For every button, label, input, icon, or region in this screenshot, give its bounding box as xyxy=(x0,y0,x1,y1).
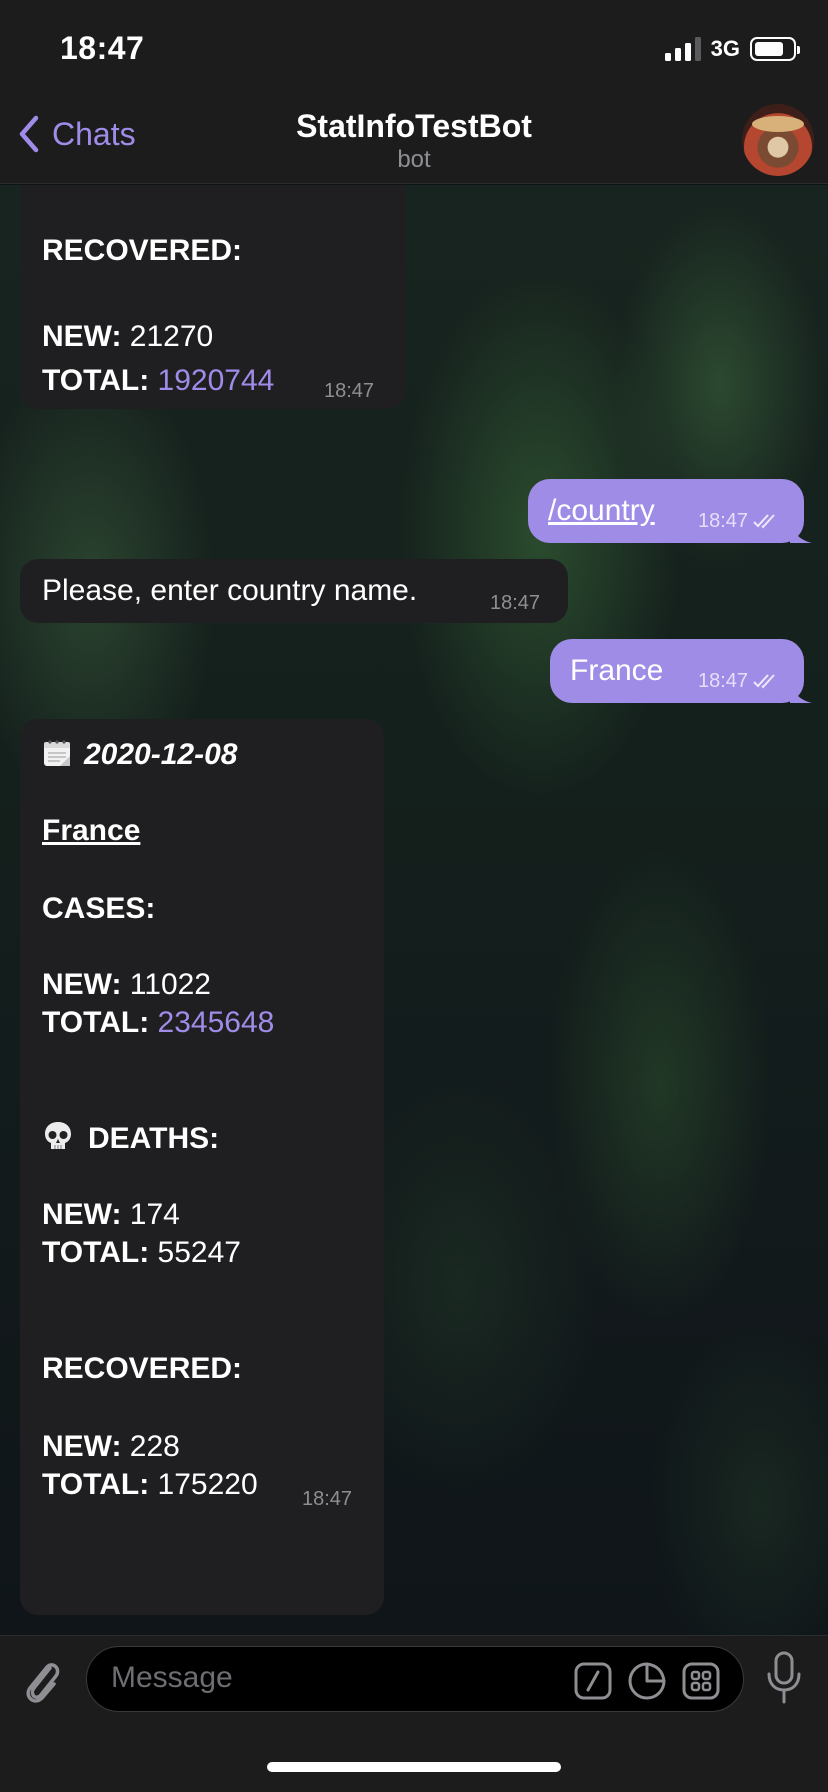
message-time: 18:47 xyxy=(324,380,375,402)
total-label: TOTAL: xyxy=(42,1468,150,1501)
date-line: 2020-12-08 xyxy=(42,733,237,777)
home-indicator[interactable] xyxy=(267,1762,561,1772)
double-check-icon xyxy=(753,674,775,689)
report-date: 2020-12-08 xyxy=(84,738,238,771)
message-time: 18:47 xyxy=(302,1488,353,1510)
cases-total-line: TOTAL: 2345648 xyxy=(42,1001,274,1045)
total-label: TOTAL: xyxy=(42,1236,150,1269)
new-value: 174 xyxy=(129,1198,180,1231)
message-time: 18:47 xyxy=(490,592,541,614)
new-value: 11022 xyxy=(129,968,211,1001)
calendar-emoji-icon xyxy=(44,740,70,766)
network-type: 3G xyxy=(710,36,740,61)
skull-emoji-icon xyxy=(45,1122,71,1149)
new-value: 21270 xyxy=(129,320,214,353)
message-text: Please, enter country name. xyxy=(42,574,418,607)
total-label: TOTAL: xyxy=(42,364,150,397)
new-line: NEW: 21270 xyxy=(42,315,213,359)
total-line: TOTAL: 1920744 xyxy=(42,359,274,403)
command-link[interactable]: /country xyxy=(548,491,655,531)
bubble-tail xyxy=(790,681,812,703)
cases-label: CASES: xyxy=(42,892,156,925)
country-name: France xyxy=(42,814,141,847)
microphone-icon[interactable] xyxy=(766,1650,802,1706)
message-text: France xyxy=(570,654,664,687)
recovered-label: RECOVERED: xyxy=(42,234,243,267)
new-label: NEW: xyxy=(42,320,122,353)
avatar[interactable] xyxy=(742,104,814,176)
message-placeholder: Message xyxy=(111,1661,233,1694)
battery-icon xyxy=(750,37,800,61)
total-value-link[interactable]: 2345648 xyxy=(158,1006,275,1039)
status-time: 18:47 xyxy=(60,30,145,66)
deaths-total-line: TOTAL: 55247 xyxy=(42,1231,241,1275)
message-list[interactable]: RECOVERED: NEW: 21270 TOTAL: 1920744 18:… xyxy=(0,185,828,1635)
bot-keyboard-icon[interactable] xyxy=(681,1661,721,1701)
status-bar: 18:47 3G xyxy=(0,0,828,96)
message-time: 18:47 xyxy=(698,670,749,692)
incoming-message[interactable]: RECOVERED: NEW: 21270 TOTAL: 1920744 18:… xyxy=(20,185,406,409)
chat-header: Chats StatInfoTestBot bot xyxy=(0,96,828,184)
slash-command-icon[interactable] xyxy=(573,1661,613,1701)
message-time: 18:47 xyxy=(698,510,749,532)
outgoing-message[interactable]: /country 18:47 xyxy=(528,479,812,543)
deaths-line: DEATHS: xyxy=(42,1117,219,1161)
total-value-link[interactable]: 1920744 xyxy=(158,364,275,397)
total-label: TOTAL: xyxy=(42,1006,150,1039)
paperclip-icon[interactable] xyxy=(20,1654,64,1710)
message-status: 18:47 xyxy=(698,501,780,541)
chat-title[interactable]: StatInfoTestBot xyxy=(0,108,828,145)
new-label: NEW: xyxy=(42,1198,122,1231)
bubble-tail xyxy=(790,521,812,543)
new-label: NEW: xyxy=(42,1430,122,1463)
message-input[interactable]: Message xyxy=(86,1646,744,1712)
sticker-icon[interactable] xyxy=(627,1661,667,1701)
signal-icon xyxy=(664,37,701,61)
recovered-label: RECOVERED: xyxy=(42,1352,243,1385)
new-value: 228 xyxy=(129,1430,180,1463)
recovered-total-line: TOTAL: 175220 xyxy=(42,1463,258,1507)
new-label: NEW: xyxy=(42,968,122,1001)
total-value: 175220 xyxy=(157,1468,258,1501)
outgoing-message[interactable]: France 18:47 xyxy=(550,639,812,703)
chat-subtitle: bot xyxy=(397,146,431,173)
total-value: 55247 xyxy=(157,1236,241,1269)
status-indicators: 3G xyxy=(664,36,800,62)
incoming-message[interactable]: 2020-12-08 France CASES: NEW: 11022 TOTA… xyxy=(20,719,384,1615)
double-check-icon xyxy=(753,514,775,529)
deaths-label: DEATHS: xyxy=(88,1122,220,1155)
incoming-message[interactable]: Please, enter country name. 18:47 xyxy=(20,559,568,623)
message-status: 18:47 xyxy=(698,661,780,701)
